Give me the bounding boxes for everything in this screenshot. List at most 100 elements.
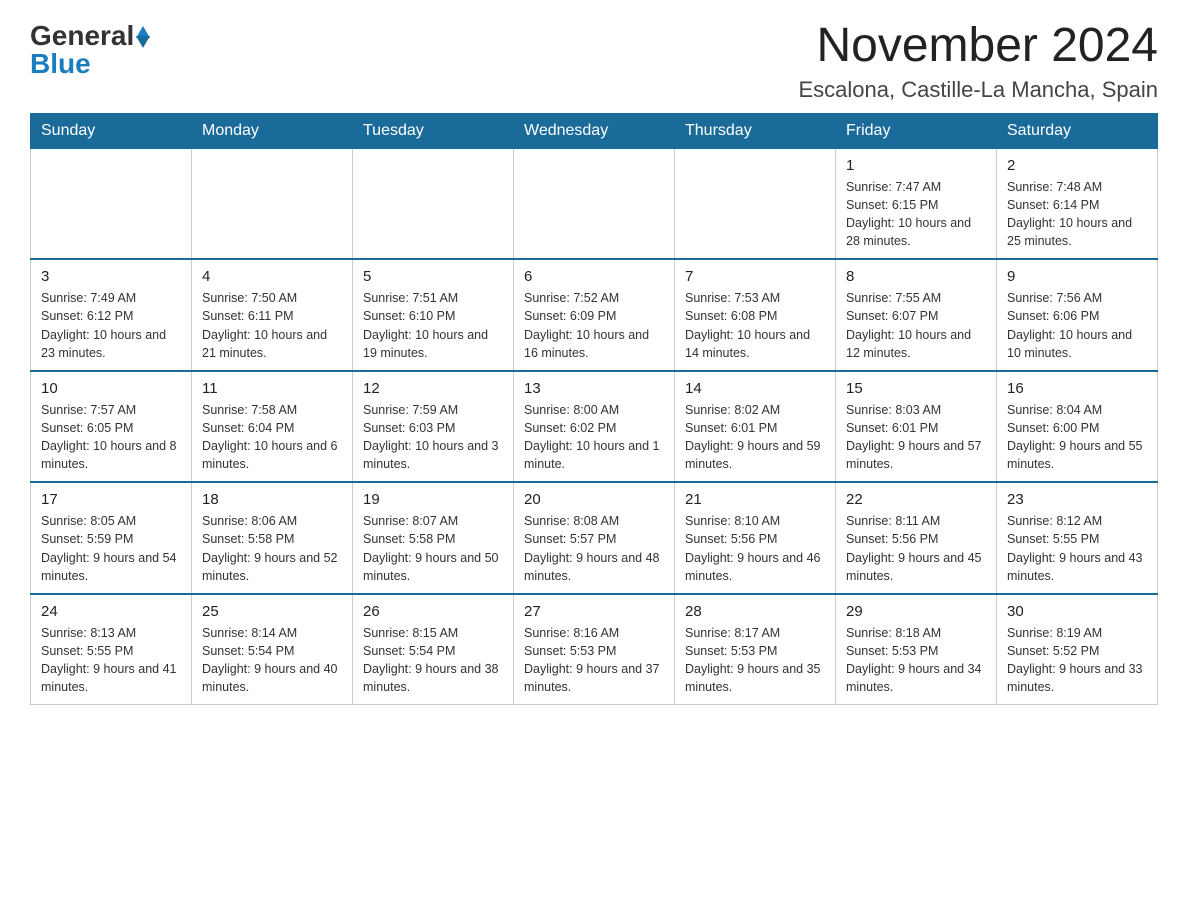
calendar-cell [353, 148, 514, 259]
day-number: 1 [846, 155, 986, 176]
day-number: 15 [846, 378, 986, 399]
calendar-table: SundayMondayTuesdayWednesdayThursdayFrid… [30, 113, 1158, 706]
calendar-cell: 7Sunrise: 7:53 AMSunset: 6:08 PMDaylight… [675, 259, 836, 371]
day-info: Sunrise: 7:56 AMSunset: 6:06 PMDaylight:… [1007, 289, 1147, 362]
calendar-cell [514, 148, 675, 259]
calendar-cell: 1Sunrise: 7:47 AMSunset: 6:15 PMDaylight… [836, 148, 997, 259]
calendar-cell: 24Sunrise: 8:13 AMSunset: 5:55 PMDayligh… [31, 594, 192, 705]
day-number: 20 [524, 489, 664, 510]
calendar-cell: 20Sunrise: 8:08 AMSunset: 5:57 PMDayligh… [514, 482, 675, 594]
calendar-cell: 11Sunrise: 7:58 AMSunset: 6:04 PMDayligh… [192, 371, 353, 483]
day-info: Sunrise: 8:02 AMSunset: 6:01 PMDaylight:… [685, 401, 825, 474]
calendar-cell: 8Sunrise: 7:55 AMSunset: 6:07 PMDaylight… [836, 259, 997, 371]
day-info: Sunrise: 7:58 AMSunset: 6:04 PMDaylight:… [202, 401, 342, 474]
calendar-cell: 5Sunrise: 7:51 AMSunset: 6:10 PMDaylight… [353, 259, 514, 371]
calendar-cell: 19Sunrise: 8:07 AMSunset: 5:58 PMDayligh… [353, 482, 514, 594]
calendar-week-1: 1Sunrise: 7:47 AMSunset: 6:15 PMDaylight… [31, 148, 1158, 259]
month-title: November 2024 [798, 20, 1158, 73]
day-info: Sunrise: 8:00 AMSunset: 6:02 PMDaylight:… [524, 401, 664, 474]
day-info: Sunrise: 8:08 AMSunset: 5:57 PMDaylight:… [524, 512, 664, 585]
day-number: 22 [846, 489, 986, 510]
calendar-week-3: 10Sunrise: 7:57 AMSunset: 6:05 PMDayligh… [31, 371, 1158, 483]
day-number: 16 [1007, 378, 1147, 399]
calendar-cell: 4Sunrise: 7:50 AMSunset: 6:11 PMDaylight… [192, 259, 353, 371]
day-number: 6 [524, 266, 664, 287]
day-info: Sunrise: 8:05 AMSunset: 5:59 PMDaylight:… [41, 512, 181, 585]
day-info: Sunrise: 7:59 AMSunset: 6:03 PMDaylight:… [363, 401, 503, 474]
calendar-cell: 17Sunrise: 8:05 AMSunset: 5:59 PMDayligh… [31, 482, 192, 594]
day-number: 24 [41, 601, 181, 622]
day-info: Sunrise: 8:07 AMSunset: 5:58 PMDaylight:… [363, 512, 503, 585]
day-number: 23 [1007, 489, 1147, 510]
day-number: 8 [846, 266, 986, 287]
day-number: 2 [1007, 155, 1147, 176]
calendar-cell: 2Sunrise: 7:48 AMSunset: 6:14 PMDaylight… [997, 148, 1158, 259]
calendar-week-2: 3Sunrise: 7:49 AMSunset: 6:12 PMDaylight… [31, 259, 1158, 371]
day-info: Sunrise: 7:53 AMSunset: 6:08 PMDaylight:… [685, 289, 825, 362]
day-info: Sunrise: 7:49 AMSunset: 6:12 PMDaylight:… [41, 289, 181, 362]
weekday-header-friday: Friday [836, 113, 997, 148]
day-info: Sunrise: 7:51 AMSunset: 6:10 PMDaylight:… [363, 289, 503, 362]
day-number: 9 [1007, 266, 1147, 287]
day-info: Sunrise: 8:11 AMSunset: 5:56 PMDaylight:… [846, 512, 986, 585]
calendar-cell: 15Sunrise: 8:03 AMSunset: 6:01 PMDayligh… [836, 371, 997, 483]
weekday-header-sunday: Sunday [31, 113, 192, 148]
calendar-week-4: 17Sunrise: 8:05 AMSunset: 5:59 PMDayligh… [31, 482, 1158, 594]
calendar-cell: 9Sunrise: 7:56 AMSunset: 6:06 PMDaylight… [997, 259, 1158, 371]
calendar-cell: 16Sunrise: 8:04 AMSunset: 6:00 PMDayligh… [997, 371, 1158, 483]
calendar-cell: 10Sunrise: 7:57 AMSunset: 6:05 PMDayligh… [31, 371, 192, 483]
logo: General Blue [30, 20, 150, 80]
day-info: Sunrise: 7:55 AMSunset: 6:07 PMDaylight:… [846, 289, 986, 362]
day-number: 11 [202, 378, 342, 399]
logo-blue-text: Blue [30, 48, 91, 80]
calendar-cell: 3Sunrise: 7:49 AMSunset: 6:12 PMDaylight… [31, 259, 192, 371]
calendar-cell: 26Sunrise: 8:15 AMSunset: 5:54 PMDayligh… [353, 594, 514, 705]
day-info: Sunrise: 8:15 AMSunset: 5:54 PMDaylight:… [363, 624, 503, 697]
calendar-cell: 18Sunrise: 8:06 AMSunset: 5:58 PMDayligh… [192, 482, 353, 594]
day-number: 30 [1007, 601, 1147, 622]
weekday-header-thursday: Thursday [675, 113, 836, 148]
day-number: 3 [41, 266, 181, 287]
calendar-cell [192, 148, 353, 259]
calendar-cell: 23Sunrise: 8:12 AMSunset: 5:55 PMDayligh… [997, 482, 1158, 594]
day-number: 27 [524, 601, 664, 622]
day-info: Sunrise: 7:52 AMSunset: 6:09 PMDaylight:… [524, 289, 664, 362]
location-subtitle: Escalona, Castille-La Mancha, Spain [798, 77, 1158, 103]
day-info: Sunrise: 8:16 AMSunset: 5:53 PMDaylight:… [524, 624, 664, 697]
day-info: Sunrise: 8:03 AMSunset: 6:01 PMDaylight:… [846, 401, 986, 474]
day-info: Sunrise: 8:12 AMSunset: 5:55 PMDaylight:… [1007, 512, 1147, 585]
calendar-cell: 22Sunrise: 8:11 AMSunset: 5:56 PMDayligh… [836, 482, 997, 594]
title-section: November 2024 Escalona, Castille-La Manc… [798, 20, 1158, 103]
day-number: 21 [685, 489, 825, 510]
calendar-cell: 25Sunrise: 8:14 AMSunset: 5:54 PMDayligh… [192, 594, 353, 705]
weekday-header-saturday: Saturday [997, 113, 1158, 148]
day-info: Sunrise: 8:04 AMSunset: 6:00 PMDaylight:… [1007, 401, 1147, 474]
day-number: 7 [685, 266, 825, 287]
calendar-cell: 14Sunrise: 8:02 AMSunset: 6:01 PMDayligh… [675, 371, 836, 483]
day-info: Sunrise: 7:48 AMSunset: 6:14 PMDaylight:… [1007, 178, 1147, 251]
day-info: Sunrise: 8:14 AMSunset: 5:54 PMDaylight:… [202, 624, 342, 697]
calendar-cell [675, 148, 836, 259]
day-info: Sunrise: 8:10 AMSunset: 5:56 PMDaylight:… [685, 512, 825, 585]
day-number: 5 [363, 266, 503, 287]
weekday-header-monday: Monday [192, 113, 353, 148]
day-number: 18 [202, 489, 342, 510]
weekday-header-row: SundayMondayTuesdayWednesdayThursdayFrid… [31, 113, 1158, 148]
day-number: 10 [41, 378, 181, 399]
day-number: 25 [202, 601, 342, 622]
day-info: Sunrise: 7:50 AMSunset: 6:11 PMDaylight:… [202, 289, 342, 362]
day-number: 28 [685, 601, 825, 622]
day-number: 13 [524, 378, 664, 399]
page-header: General Blue November 2024 Escalona, Cas… [30, 20, 1158, 103]
weekday-header-wednesday: Wednesday [514, 113, 675, 148]
calendar-cell [31, 148, 192, 259]
day-number: 4 [202, 266, 342, 287]
day-number: 29 [846, 601, 986, 622]
day-number: 17 [41, 489, 181, 510]
day-info: Sunrise: 8:06 AMSunset: 5:58 PMDaylight:… [202, 512, 342, 585]
calendar-cell: 30Sunrise: 8:19 AMSunset: 5:52 PMDayligh… [997, 594, 1158, 705]
calendar-cell: 29Sunrise: 8:18 AMSunset: 5:53 PMDayligh… [836, 594, 997, 705]
calendar-cell: 13Sunrise: 8:00 AMSunset: 6:02 PMDayligh… [514, 371, 675, 483]
day-info: Sunrise: 8:13 AMSunset: 5:55 PMDaylight:… [41, 624, 181, 697]
calendar-cell: 6Sunrise: 7:52 AMSunset: 6:09 PMDaylight… [514, 259, 675, 371]
